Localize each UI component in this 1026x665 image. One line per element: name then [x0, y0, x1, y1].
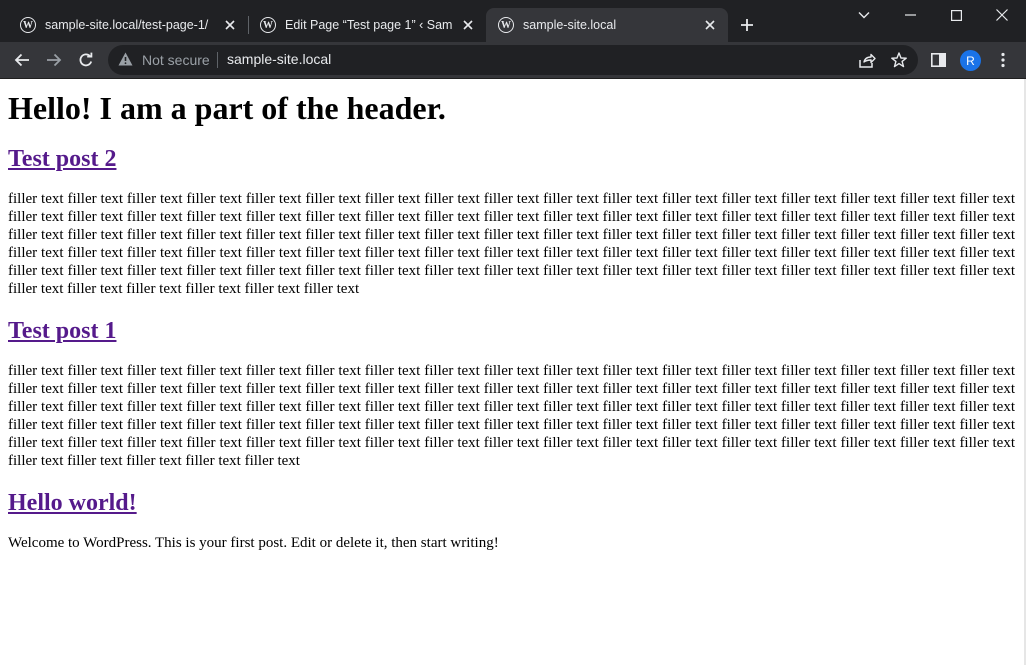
window-close-button[interactable]: [979, 0, 1025, 30]
close-icon[interactable]: [222, 17, 238, 33]
star-icon: [891, 52, 907, 68]
tab-title: sample-site.local/test-page-1/: [45, 18, 209, 32]
menu-button[interactable]: [993, 50, 1013, 70]
more-vert-icon: [1001, 52, 1005, 68]
reload-icon: [79, 52, 93, 67]
profile-avatar[interactable]: R: [960, 50, 981, 71]
wordpress-icon: W: [260, 17, 276, 33]
post-body: Welcome to WordPress. This is your first…: [8, 535, 499, 551]
tab-title: sample-site.local: [523, 18, 617, 32]
tab-strip: W sample-site.local/test-page-1/ W Edit …: [0, 0, 1026, 42]
arrow-right-icon: [47, 53, 62, 67]
side-panel-button[interactable]: [928, 50, 948, 70]
warning-icon[interactable]: [118, 52, 133, 71]
tab-test-page-1[interactable]: W sample-site.local/test-page-1/: [8, 8, 248, 42]
site-header: Hello! I am a part of the header.: [8, 90, 446, 126]
tab-sample-site[interactable]: W sample-site.local: [486, 8, 728, 42]
tab-search-button[interactable]: [841, 0, 887, 30]
post-link[interactable]: Hello world!: [8, 490, 137, 516]
address-bar[interactable]: Not secure sample-site.local: [108, 45, 918, 75]
maximize-icon: [950, 9, 962, 21]
tab-edit-page[interactable]: W Edit Page “Test page 1” ‹ Sample: [248, 8, 486, 42]
page-content: Hello! I am a part of the header. Test p…: [8, 79, 1015, 552]
bookmark-button[interactable]: [889, 50, 909, 70]
plus-icon: [741, 19, 753, 31]
back-button[interactable]: [12, 50, 32, 70]
post-title: Test post 2: [8, 144, 1015, 174]
url-text[interactable]: sample-site.local: [227, 51, 331, 67]
maximize-button[interactable]: [933, 0, 979, 30]
security-label[interactable]: Not secure: [142, 52, 210, 68]
close-icon: [996, 9, 1008, 21]
omnibox-divider: [217, 52, 218, 68]
minimize-button[interactable]: [887, 0, 933, 30]
share-button[interactable]: [857, 50, 877, 70]
close-icon[interactable]: [702, 17, 718, 33]
browser-toolbar: Not secure sample-site.local R: [0, 42, 1026, 79]
post-body: filler text filler text filler text fill…: [8, 363, 1015, 469]
post-title: Test post 1: [8, 316, 1015, 346]
arrow-left-icon: [14, 53, 29, 67]
post-body: filler text filler text filler text fill…: [8, 191, 1015, 297]
tab-title: Edit Page “Test page 1” ‹ Sample: [285, 18, 452, 32]
new-tab-button[interactable]: [737, 15, 757, 35]
post-link[interactable]: Test post 2: [8, 146, 116, 172]
share-icon: [858, 53, 876, 68]
post-title: Hello world!: [8, 488, 1015, 518]
page-viewport: Hello! I am a part of the header. Test p…: [0, 79, 1026, 665]
post-link[interactable]: Test post 1: [8, 318, 116, 344]
wordpress-icon: W: [20, 17, 36, 33]
wordpress-icon: W: [498, 17, 514, 33]
side-panel-icon: [930, 53, 946, 67]
close-icon[interactable]: [460, 17, 476, 33]
chevron-down-icon: [858, 12, 870, 19]
forward-button[interactable]: [44, 50, 64, 70]
minimize-icon: [904, 14, 916, 16]
reload-button[interactable]: [76, 50, 96, 70]
